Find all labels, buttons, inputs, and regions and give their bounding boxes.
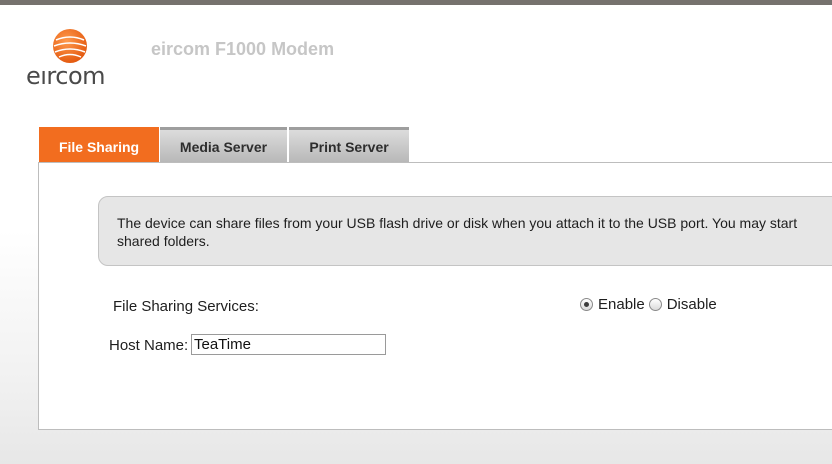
info-text-line-1: The device can share files from your USB… [117, 215, 798, 231]
top-bar [0, 0, 832, 5]
logo-wordmark: eırcom [26, 62, 106, 90]
page-title: eircom F1000 Modem [151, 39, 335, 59]
info-text-line-2: shared folders. [117, 233, 210, 249]
host-name-label: Host Name: [109, 337, 189, 354]
file-sharing-panel: The device can share files from your USB… [38, 162, 832, 430]
file-sharing-services-label: File Sharing Services: [113, 298, 259, 315]
enable-radio[interactable] [580, 298, 593, 311]
enable-radio-label[interactable]: Enable [598, 296, 645, 313]
info-box: The device can share files from your USB… [98, 196, 832, 266]
eircom-logo: eırcom [24, 26, 116, 90]
eircom-globe-icon [53, 29, 87, 63]
tab-print-server[interactable]: Print Server [289, 127, 409, 162]
file-sharing-radio-group: Enable Disable [580, 296, 721, 313]
disable-radio[interactable] [648, 298, 662, 311]
tab-file-sharing[interactable]: File Sharing [39, 127, 159, 163]
host-name-input[interactable] [191, 334, 386, 355]
tab-media-server[interactable]: Media Server [160, 127, 287, 162]
disable-radio-label[interactable]: Disable [667, 296, 717, 313]
